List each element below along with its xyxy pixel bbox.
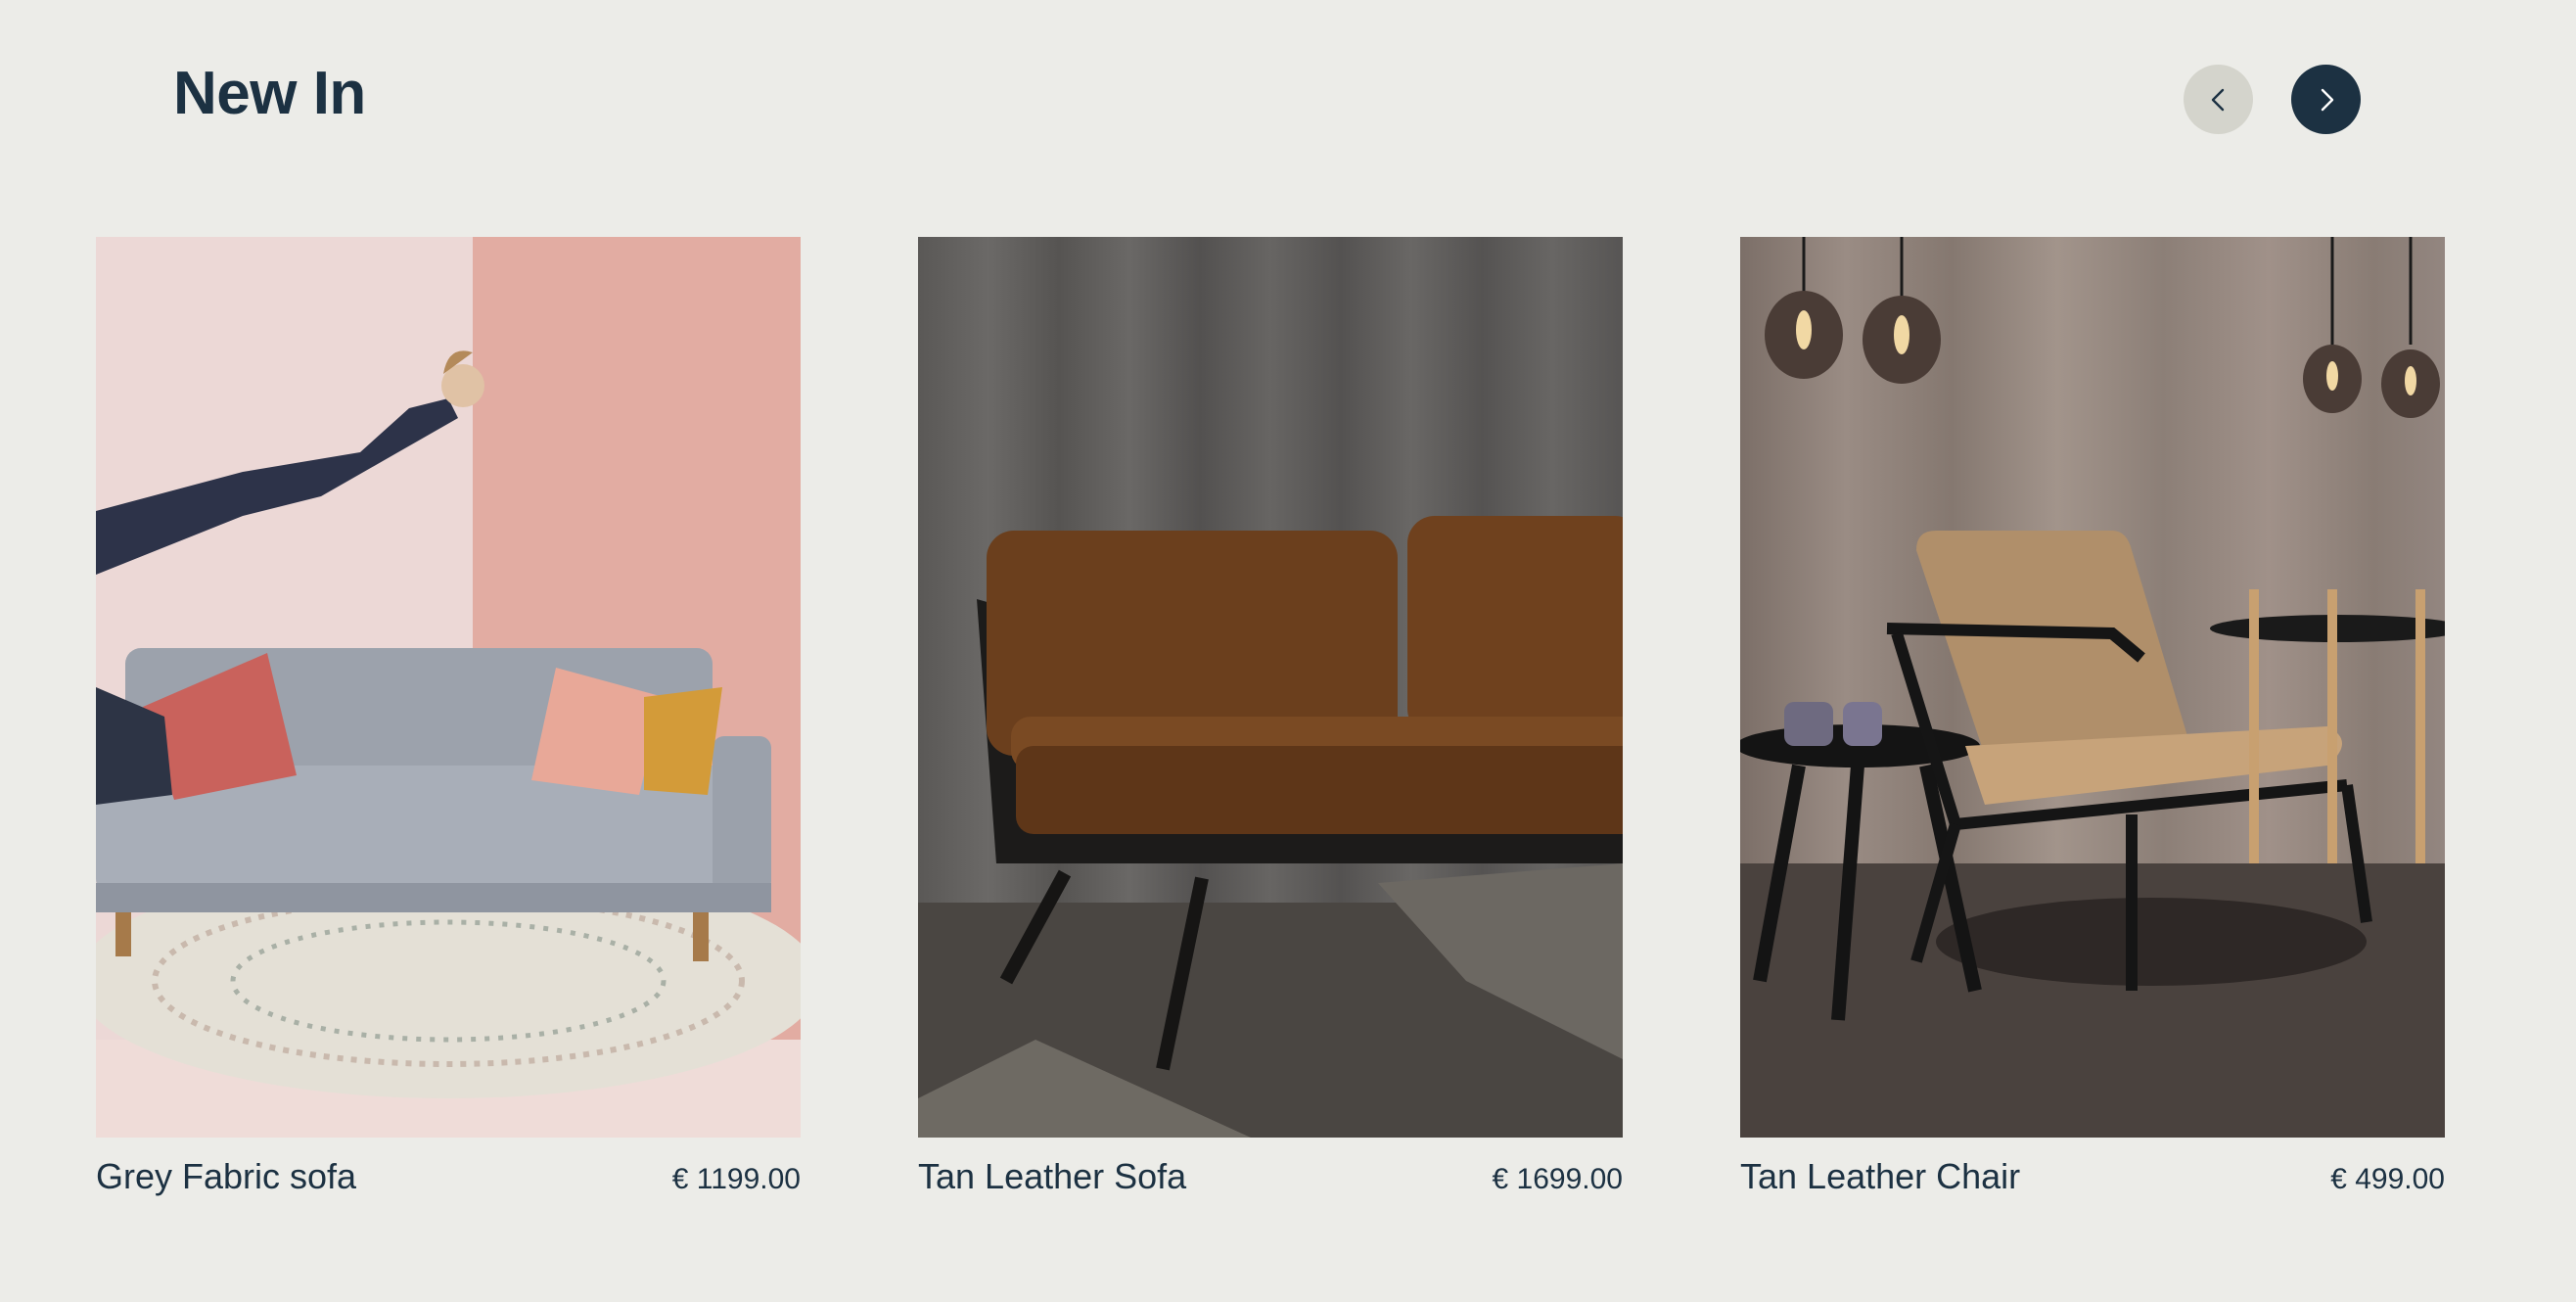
carousel-prev-button[interactable]	[2184, 65, 2253, 134]
carousel-next-button[interactable]	[2291, 65, 2361, 134]
product-name[interactable]: Tan Leather Sofa	[918, 1155, 1186, 1198]
product-price: € 1199.00	[671, 1163, 801, 1195]
chevron-left-icon	[2203, 84, 2234, 116]
product-card[interactable]: Tan Leather Sofa € 1699.00	[918, 237, 1623, 1201]
product-price: € 1699.00	[1492, 1163, 1623, 1195]
product-name[interactable]: Grey Fabric sofa	[96, 1155, 356, 1198]
product-name[interactable]: Tan Leather Chair	[1740, 1155, 2020, 1198]
chevron-right-icon	[2311, 84, 2342, 116]
product-price: € 499.00	[2330, 1163, 2445, 1195]
product-image[interactable]	[918, 237, 1623, 1138]
section-title: New In	[173, 60, 366, 127]
product-card[interactable]: Grey Fabric sofa € 1199.00	[96, 237, 801, 1201]
product-card[interactable]: Tan Leather Chair € 499.00	[1740, 237, 2445, 1201]
product-image[interactable]	[1740, 237, 2445, 1138]
product-image[interactable]	[96, 237, 801, 1138]
